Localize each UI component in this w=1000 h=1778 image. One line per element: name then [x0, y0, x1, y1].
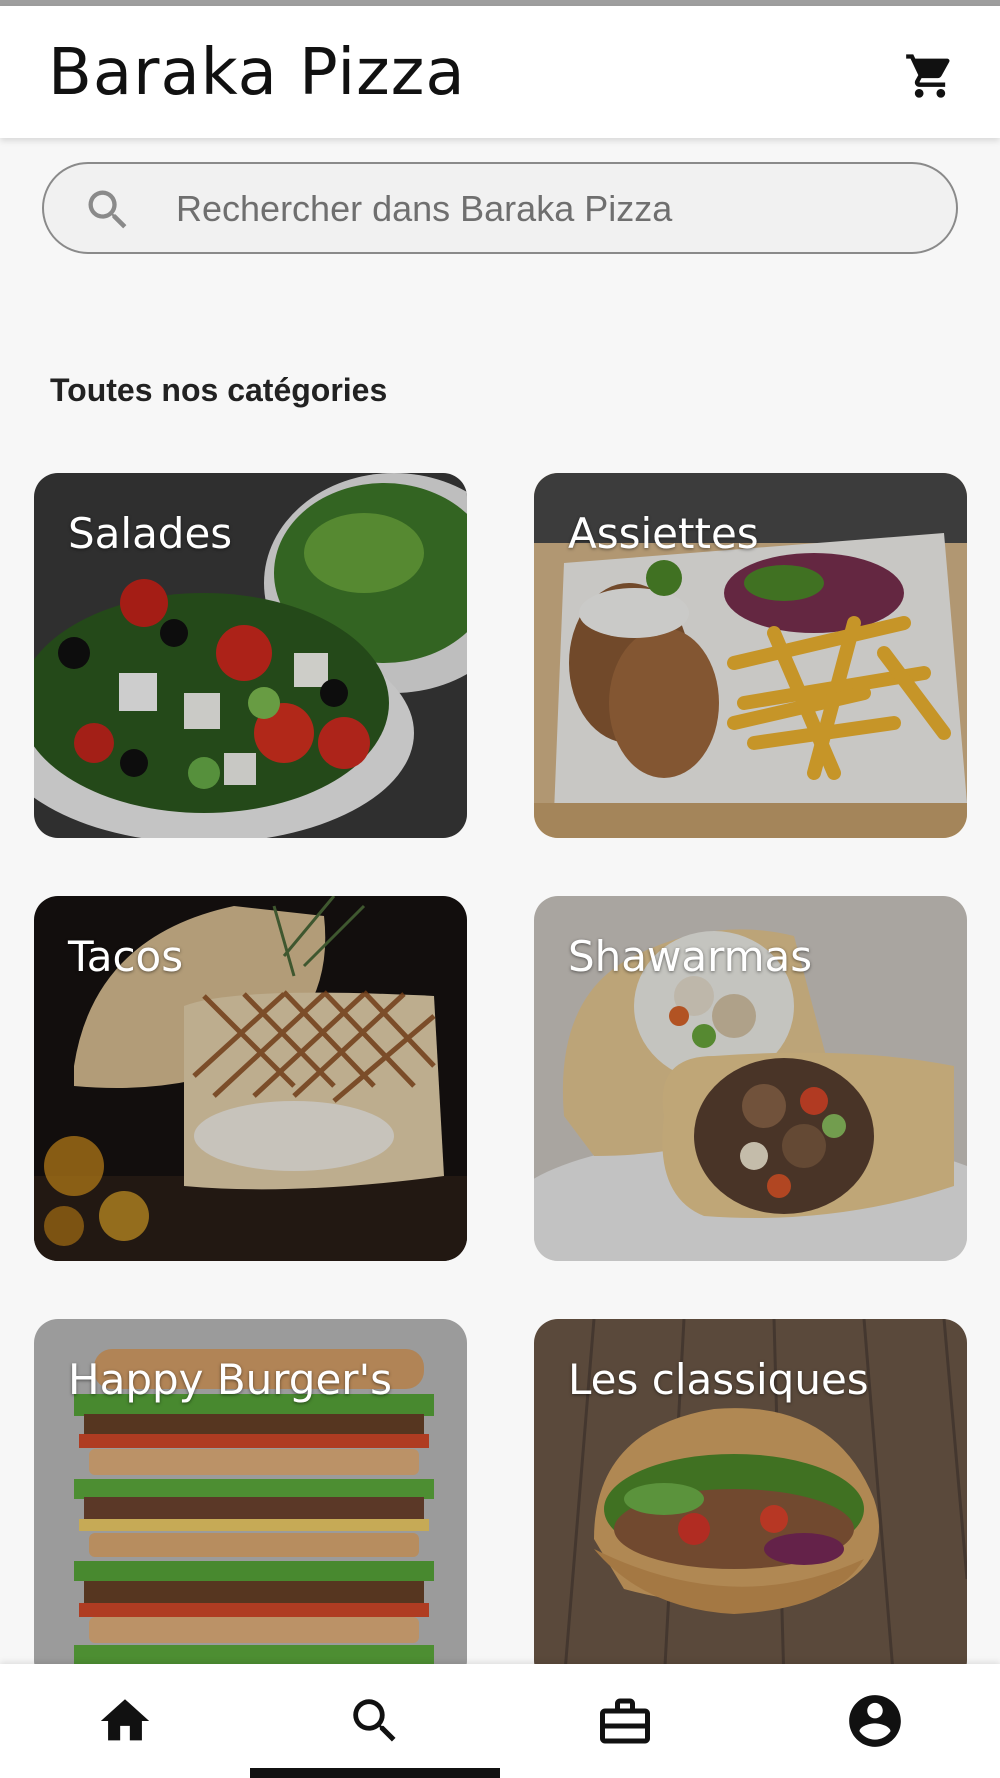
account-circle-icon	[849, 1695, 901, 1747]
category-label: Shawarmas	[568, 932, 813, 981]
app-bar: Baraka Pizza	[0, 6, 1000, 138]
nav-home-button[interactable]	[90, 1686, 160, 1756]
app-root: Baraka Pizza Toutes nos catégories	[0, 0, 1000, 1778]
category-card-shawarmas[interactable]: Shawarmas	[534, 896, 967, 1261]
nav-account-button[interactable]	[840, 1686, 910, 1756]
briefcase-icon	[600, 1698, 650, 1744]
category-card-assiettes[interactable]: Assiettes	[534, 473, 967, 838]
category-card-salades[interactable]: Salades	[34, 473, 467, 838]
search-icon	[353, 1699, 396, 1742]
section-title: Toutes nos catégories	[50, 372, 388, 408]
nav-search-button[interactable]	[340, 1686, 410, 1756]
bottom-navigation	[0, 1664, 1000, 1778]
search-icon	[88, 190, 127, 229]
category-label: Tacos	[68, 932, 184, 981]
search-bar[interactable]	[42, 162, 958, 254]
category-card-happy-burgers[interactable]: Happy Burger's	[34, 1319, 467, 1684]
app-title: Baraka Pizza	[48, 36, 466, 110]
category-label: Assiettes	[568, 509, 759, 558]
shopping-cart-icon	[906, 54, 950, 98]
category-label: Happy Burger's	[68, 1355, 393, 1404]
nav-orders-button[interactable]	[590, 1686, 660, 1756]
home-icon	[100, 1699, 150, 1741]
selected-tab-indicator	[250, 1768, 500, 1778]
category-label: Salades	[68, 509, 233, 558]
search-input[interactable]	[176, 182, 916, 236]
category-card-les-classiques[interactable]: Les classiques	[534, 1319, 967, 1684]
cart-button[interactable]	[896, 46, 964, 106]
category-card-tacos[interactable]: Tacos	[34, 896, 467, 1261]
category-label: Les classiques	[568, 1355, 869, 1404]
